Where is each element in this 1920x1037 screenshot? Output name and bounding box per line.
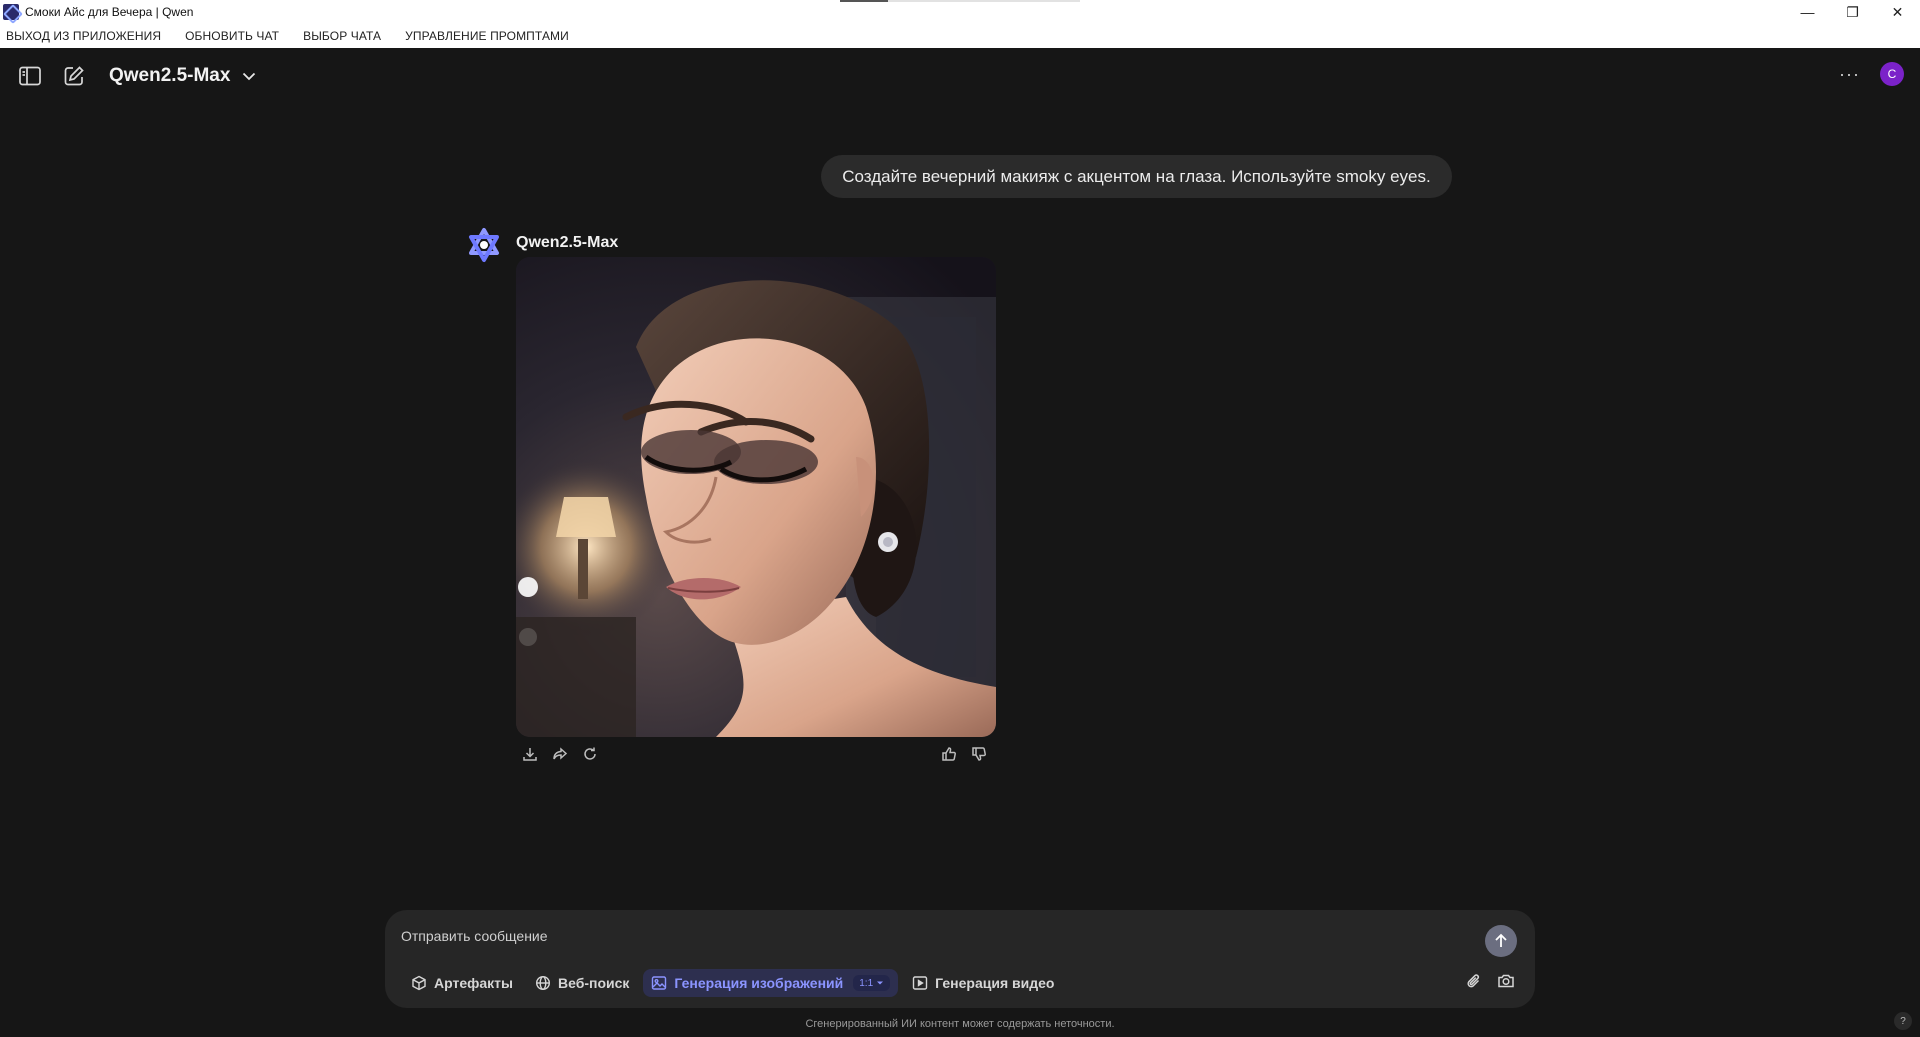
- composer-right-actions: [1465, 972, 1515, 990]
- close-button[interactable]: ✕: [1875, 0, 1920, 24]
- video-generation-button[interactable]: Генерация видео: [904, 969, 1062, 997]
- regenerate-icon[interactable]: [580, 744, 600, 764]
- send-button[interactable]: [1485, 925, 1517, 957]
- paperclip-icon[interactable]: [1465, 972, 1483, 990]
- loading-indicator: [840, 0, 1080, 2]
- minimize-button[interactable]: —: [1785, 0, 1830, 24]
- thumbs-up-icon[interactable]: [939, 744, 959, 764]
- chat-header: Qwen2.5-Max ··· C: [0, 48, 1920, 104]
- sidebar-toggle-icon[interactable]: [17, 63, 43, 89]
- image-icon: [651, 975, 667, 991]
- web-search-button[interactable]: Веб-поиск: [527, 969, 637, 997]
- new-chat-icon[interactable]: [61, 63, 87, 89]
- image-actions-right: [939, 744, 989, 764]
- menu-bar: ВЫХОД ИЗ ПРИЛОЖЕНИЯ ОБНОВИТЬ ЧАТ ВЫБОР Ч…: [0, 24, 1920, 48]
- window-title: Смоки Айс для Вечера | Qwen: [25, 5, 194, 19]
- generated-image[interactable]: [516, 257, 996, 737]
- chevron-down-icon: [242, 72, 256, 81]
- window-titlebar: Смоки Айс для Вечера | Qwen — ❐ ✕: [0, 0, 1920, 24]
- web-search-label: Веб-поиск: [557, 975, 630, 991]
- artifacts-label: Артефакты: [434, 975, 513, 991]
- image-generation-label: Генерация изображений: [674, 975, 844, 991]
- image-generation-button[interactable]: Генерация изображений 1:1: [643, 969, 899, 997]
- globe-icon: [535, 975, 551, 991]
- video-generation-label: Генерация видео: [935, 975, 1055, 991]
- app-logo-icon: [3, 4, 19, 20]
- image-actions-left: [520, 744, 600, 764]
- cube-icon: [411, 975, 427, 991]
- arrow-up-icon: [1495, 933, 1507, 947]
- aspect-ratio-select[interactable]: 1:1: [853, 975, 891, 991]
- ai-disclaimer: Сгенерированный ИИ контент может содержа…: [805, 1018, 1115, 1030]
- user-avatar[interactable]: C: [1880, 62, 1904, 86]
- user-message: Создайте вечерний макияж с акцентом на г…: [821, 155, 1452, 198]
- camera-icon[interactable]: [1497, 972, 1515, 990]
- composer-tools: Артефакты Веб-поиск Генерация изображени…: [403, 969, 1068, 997]
- menu-exit-app[interactable]: ВЫХОД ИЗ ПРИЛОЖЕНИЯ: [6, 29, 161, 43]
- help-button[interactable]: ?: [1894, 1012, 1912, 1030]
- message-composer: Артефакты Веб-поиск Генерация изображени…: [385, 910, 1535, 1008]
- download-icon[interactable]: [520, 744, 540, 764]
- model-name: Qwen2.5-Max: [109, 65, 231, 86]
- caret-down-icon: [877, 981, 884, 985]
- qwen-logo-icon: [466, 227, 502, 263]
- header-right: ··· C: [1839, 62, 1904, 86]
- aspect-ratio-value: 1:1: [859, 977, 874, 989]
- more-options-icon[interactable]: ···: [1839, 64, 1860, 85]
- share-icon[interactable]: [550, 744, 570, 764]
- assistant-name: Qwen2.5-Max: [516, 234, 619, 251]
- message-input[interactable]: [401, 924, 1451, 948]
- artifacts-button[interactable]: Артефакты: [403, 969, 521, 997]
- model-selector[interactable]: Qwen2.5-Max: [109, 65, 256, 87]
- menu-manage-prompts[interactable]: УПРАВЛЕНИЕ ПРОМПТАМИ: [405, 29, 569, 43]
- thumbs-down-icon[interactable]: [969, 744, 989, 764]
- restore-button[interactable]: ❐: [1830, 0, 1875, 24]
- window-controls: — ❐ ✕: [1785, 0, 1920, 24]
- video-icon: [912, 975, 928, 991]
- portrait-illustration: [516, 257, 996, 737]
- menu-select-chat[interactable]: ВЫБОР ЧАТА: [303, 29, 381, 43]
- menu-refresh-chat[interactable]: ОБНОВИТЬ ЧАТ: [185, 29, 279, 43]
